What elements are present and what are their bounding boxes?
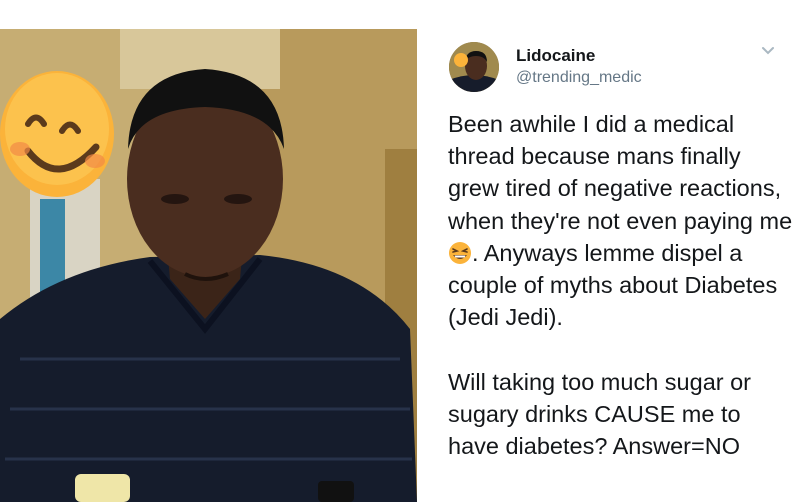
tweet-text-part2: . Anyways lemme dispel a couple of myths… [448, 239, 778, 460]
display-name[interactable]: Lidocaine [516, 46, 595, 66]
grinning-squinting-face-icon [449, 241, 471, 264]
avatar[interactable] [449, 42, 499, 92]
tweet-text: Been awhile I did a medical thread becau… [448, 108, 798, 462]
tweet-card: Lidocaine @trending_medic Been awhile I … [430, 0, 800, 502]
tweet-text-part1: Been awhile I did a medical thread becau… [448, 111, 799, 234]
chevron-down-icon[interactable] [761, 46, 775, 56]
tweet-photo[interactable] [0, 29, 417, 502]
smiling-face-with-smiling-eyes-icon [0, 71, 114, 197]
user-handle[interactable]: @trending_medic [516, 69, 642, 87]
